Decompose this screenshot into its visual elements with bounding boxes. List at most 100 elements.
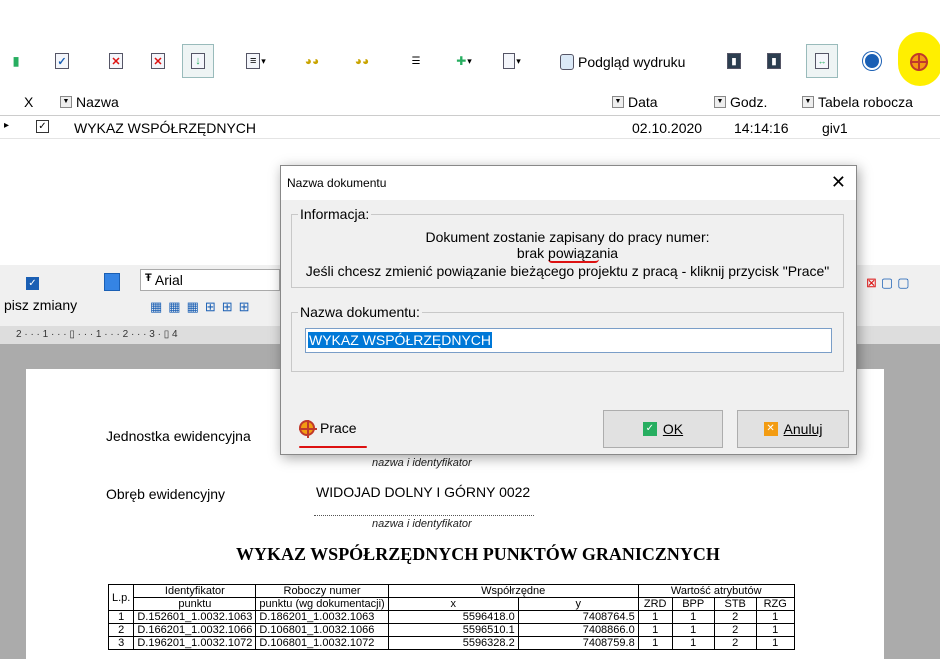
header-y: y	[517, 597, 639, 611]
unit-label: Jednostka ewidencyjna	[106, 428, 251, 444]
font-type-icon: Ŧ	[145, 272, 152, 284]
filter-dropdown-icon[interactable]: ▼	[714, 96, 726, 108]
cell-lp: 2	[107, 623, 135, 637]
cell-x: 5596510.1	[387, 623, 519, 637]
table-row: 3 D.196201_1.0032.1072 D.106801_1.0032.1…	[107, 636, 795, 650]
add-icon[interactable]: ▮	[4, 49, 28, 73]
close-icon[interactable]: ✕	[831, 172, 846, 193]
magnifier-page-icon	[560, 54, 574, 70]
header-rzg: RZG	[755, 597, 795, 611]
col-header-time[interactable]: ▼ Godz.	[714, 94, 767, 110]
table-options-icon[interactable]: ☰	[404, 49, 428, 73]
font-select[interactable]: Ŧ Arial	[140, 269, 280, 291]
prace-button[interactable]: Prace	[299, 420, 357, 438]
ok-label: OK	[662, 421, 684, 437]
move-down-icon[interactable]: ↓	[182, 44, 214, 78]
paint-icon[interactable]	[104, 273, 120, 291]
dialog-titlebar: Nazwa dokumentu ✕	[281, 166, 856, 200]
cell-id: D.152601_1.0032.1063	[133, 610, 257, 624]
row-date: 02.10.2020	[632, 120, 703, 136]
row-pointer-icon: ▸	[4, 120, 10, 131]
filter-dropdown-icon[interactable]: ▼	[802, 96, 814, 108]
document-title: WYKAZ WSPÓŁRZĘDNYCH PUNKTÓW GRANICZNYCH	[236, 544, 720, 564]
cell-rzg: 1	[755, 636, 795, 650]
info-group-label: Informacja:	[298, 206, 372, 222]
filter-dropdown-icon[interactable]: ▼	[612, 96, 624, 108]
prace-globe-icon[interactable]	[907, 50, 931, 74]
header-x: x	[387, 597, 519, 611]
binoculars-icon[interactable]: ◕◕	[300, 49, 324, 73]
header-zrd: ZRD	[637, 597, 673, 611]
cell-id: D.166201_1.0032.1066	[133, 623, 257, 637]
cancel-label: Anuluj	[783, 421, 823, 437]
col-header-name[interactable]: ▼ Nazwa	[60, 94, 119, 110]
col-header-table[interactable]: ▼ Tabela robocza	[802, 94, 913, 110]
unit-caption: nazwa i identyfikator	[372, 457, 472, 469]
info-line-2-underlined: powiąza	[548, 245, 600, 263]
header-lp: L.p.	[107, 584, 135, 611]
cell-bpp: 1	[671, 623, 715, 637]
cell-id: D.196201_1.0032.1072	[133, 636, 257, 650]
cell-stb: 2	[713, 623, 757, 637]
delete-record-icon[interactable]: ✕	[146, 49, 170, 73]
header-stb: STB	[713, 597, 757, 611]
save-changes-checkbox[interactable]: ✓	[26, 277, 39, 290]
header-coords: Współrzędne	[387, 584, 639, 598]
cell-rzg: 1	[755, 623, 795, 637]
info-group: Informacja: Dokument zostanie zapisany d…	[291, 206, 844, 288]
cell-rzg: 1	[755, 610, 795, 624]
row-checkbox[interactable]: ✓	[36, 120, 49, 133]
row-name: WYKAZ WSPÓŁRZĘDNYCH	[74, 120, 257, 136]
check-document-icon[interactable]: ✓	[50, 49, 74, 73]
col-header-x[interactable]: X	[24, 94, 33, 110]
table-row[interactable]: ▸ ✓ WYKAZ WSPÓŁRZĘDNYCH 02.10.2020 14:14…	[0, 117, 940, 139]
web-icon[interactable]	[860, 49, 884, 73]
cell-bpp: 1	[671, 610, 715, 624]
new-item-icon[interactable]: ✚ ▾	[452, 49, 476, 73]
table-tools-icons[interactable]: ▦▦▦⊞⊞⊞	[150, 299, 256, 315]
cell-zrd: 1	[637, 636, 673, 650]
document-name-value: WYKAZ WSPÓŁRZĘDNYCH	[308, 332, 493, 348]
view-mode-icons[interactable]: ⊠▢▢	[866, 275, 913, 291]
cell-work: D.106801_1.0032.1072	[255, 636, 389, 650]
document-menu-icon[interactable]: ≡ ▾	[244, 49, 268, 73]
cell-lp: 1	[107, 610, 135, 624]
cell-work: D.106801_1.0032.1066	[255, 623, 389, 637]
precinct-value: WIDOJAD DOLNY I GÓRNY 0022	[316, 484, 531, 500]
delete-document-icon[interactable]: ✕	[104, 49, 128, 73]
document-name-input[interactable]: WYKAZ WSPÓŁRZĘDNYCH	[305, 328, 832, 353]
page-icon[interactable]: ▾	[500, 49, 524, 73]
cell-work: D.186201_1.0032.1063	[255, 610, 389, 624]
print-preview-label: Podgląd wydruku	[578, 54, 686, 70]
cell-bpp: 1	[671, 636, 715, 650]
export-icon[interactable]: ▮	[722, 49, 746, 73]
coordinates-icon[interactable]: ↔	[806, 44, 838, 78]
cancel-button[interactable]: ✕ Anuluj	[737, 410, 849, 448]
red-underline-mark	[299, 446, 367, 448]
cell-stb: 2	[713, 636, 757, 650]
binoculars-blue-icon[interactable]: ◕◕	[350, 49, 374, 73]
print-preview-button[interactable]: Podgląd wydruku	[560, 51, 685, 73]
header-attrs: Wartość atrybutów	[637, 584, 795, 598]
col-header-date[interactable]: ▼ Data	[612, 94, 658, 110]
header-id: Identyfikator	[133, 584, 257, 598]
main-toolbar: ▮ ✓ ✕ ✕ ↓ ≡ ▾ ◕◕ ◕◕ ☰ ✚ ▾ ▾ Podgląd wydruk…	[0, 0, 940, 90]
filter-dropdown-icon[interactable]: ▼	[60, 96, 72, 108]
cell-zrd: 1	[637, 610, 673, 624]
row-time: 14:14:16	[734, 120, 789, 136]
cell-y: 7408764.5	[517, 610, 639, 624]
table-row: 1 D.152601_1.0032.1063 D.186201_1.0032.1…	[107, 610, 795, 624]
info-line-1: Dokument zostanie zapisany do pracy nume…	[425, 229, 710, 245]
coordinates-table: L.p. Identyfikator Roboczy numer Współrz…	[107, 584, 795, 650]
save-changes-label: pisz zmiany	[4, 297, 78, 313]
info-line-2: brak powiązania	[292, 245, 843, 263]
cell-x: 5596418.0	[387, 610, 519, 624]
precinct-caption: nazwa i identyfikator	[372, 518, 472, 530]
name-group-label: Nazwa dokumentu:	[298, 304, 422, 320]
prace-label: Prace	[320, 420, 357, 436]
info-line-2-part: brak	[516, 245, 549, 261]
cell-zrd: 1	[637, 623, 673, 637]
ok-button[interactable]: ✓ OK	[603, 410, 723, 448]
import-icon[interactable]: ▮	[762, 49, 786, 73]
precinct-label: Obręb ewidencyjny	[106, 486, 226, 502]
